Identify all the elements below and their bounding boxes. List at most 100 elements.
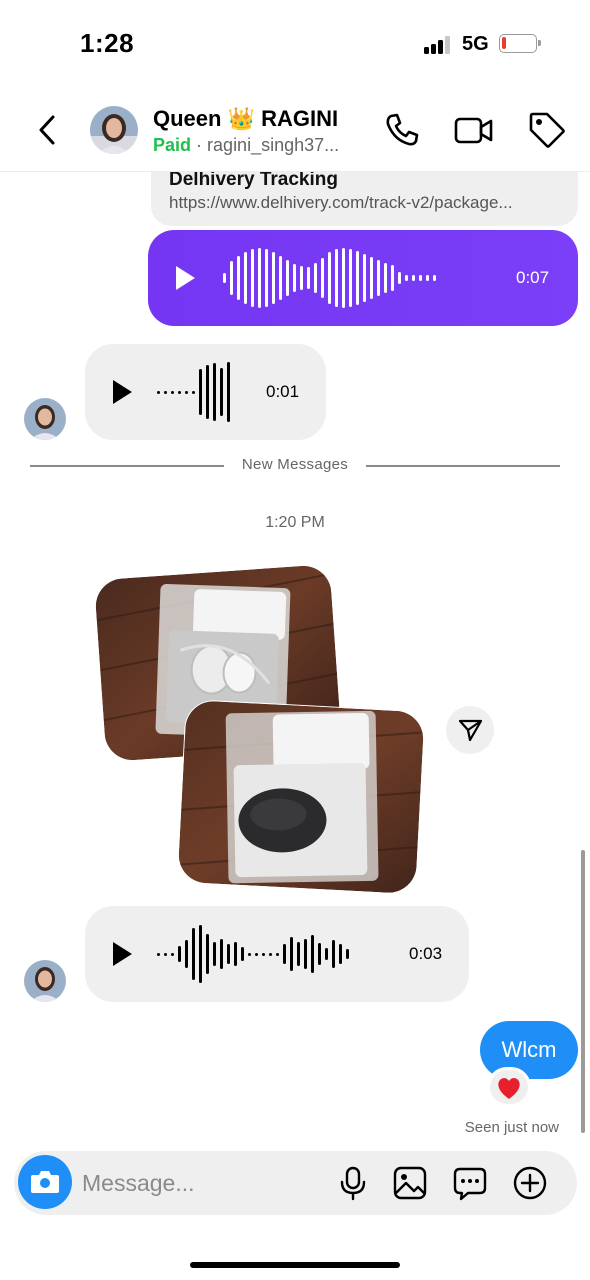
video-camera-icon [454,117,493,144]
waveform-bar [349,249,352,307]
voice-waveform [157,362,234,422]
waveform-bar [171,390,174,394]
video-call-button[interactable] [454,110,494,150]
waveform-bar [199,369,202,415]
waveform-bar [258,248,261,308]
send-icon [458,719,483,742]
waveform-bar [241,947,244,961]
battery-level [502,37,506,49]
voice-record-button[interactable] [335,1165,371,1201]
waveform-bar [223,273,226,283]
waveform-bar [363,254,366,302]
chevron-left-icon [39,115,55,145]
sticker-button[interactable] [452,1165,488,1201]
voice-waveform [223,248,440,308]
network-type: 5G [462,33,489,55]
waveform-bar [171,952,174,956]
photo-image [177,699,425,895]
waveform-bar [206,365,209,419]
gallery-button[interactable] [392,1165,428,1201]
waveform-bar [276,952,279,956]
sticker-icon [453,1167,487,1201]
battery-icon [499,34,541,53]
avatar-image [24,398,66,440]
waveform-bar [164,390,167,394]
back-button[interactable] [30,110,66,150]
image-icon [393,1166,427,1200]
waveform-bar [279,256,282,300]
waveform-bar [339,944,342,964]
call-button[interactable] [382,110,422,150]
incoming-voice-message[interactable]: 0:01 [85,344,326,440]
waveform-bar [356,251,359,305]
waveform-bar [192,390,195,394]
link-url[interactable]: https://www.delhivery.com/track-v2/packa… [169,193,564,213]
waveform-bar [185,390,188,394]
phone-icon [386,113,419,146]
message-timestamp: 1:20 PM [265,514,325,531]
play-icon[interactable] [111,379,133,405]
waveform-bar [321,258,324,298]
waveform-bar [419,275,422,281]
contact-username: ragini_singh37... [207,135,340,155]
plus-circle-icon [513,1166,547,1200]
voice-duration: 0:01 [266,382,300,401]
cellular-signal-icon [424,36,454,54]
subtitle-separator: · [196,135,203,155]
sender-avatar[interactable] [24,398,66,440]
waveform-bar [384,263,387,293]
waveform-bar [237,256,240,300]
heart-icon [498,1077,520,1099]
waveform-bar [283,944,286,964]
scrollbar[interactable] [581,850,585,1133]
status-bar: 1:28 5G [0,0,590,90]
waveform-bar [318,943,321,965]
contact-subtitle[interactable]: Paid · ragini_singh37... [153,135,339,156]
tag-icon [529,112,565,148]
camera-button[interactable] [18,1155,72,1209]
waveform-bar [255,952,258,956]
waveform-bar [300,266,303,290]
voice-waveform [157,924,353,984]
outgoing-voice-message[interactable]: 0:07 [148,230,578,326]
incoming-voice-message[interactable]: 0:03 [85,906,469,1002]
waveform-bar [262,952,265,956]
paid-badge: Paid [153,135,192,155]
waveform-bar [328,252,331,304]
waveform-bar [265,249,268,307]
photo-airpods-black[interactable] [177,699,425,895]
waveform-bar [251,249,254,307]
seen-status: Seen just now [464,1119,559,1136]
home-indicator[interactable] [190,1262,400,1268]
waveform-bar [391,265,394,291]
waveform-bar [269,952,272,956]
waveform-bar [157,390,160,394]
waveform-bar [220,939,223,969]
share-button[interactable] [446,706,494,754]
play-icon[interactable] [111,941,133,967]
message-input[interactable] [82,1163,322,1203]
waveform-bar [248,952,251,956]
sender-avatar[interactable] [24,960,66,1002]
waveform-bar [297,942,300,966]
reaction-badge[interactable] [487,1067,531,1107]
waveform-bar [178,946,181,962]
waveform-bar [412,275,415,281]
link-title: Delhivery Tracking [169,169,338,190]
message-composer [14,1151,577,1215]
waveform-bar [426,275,429,281]
more-options-button[interactable] [512,1165,548,1201]
play-icon[interactable] [174,265,196,291]
waveform-bar [272,252,275,304]
tag-button[interactable] [527,110,567,150]
waveform-bar [370,257,373,299]
waveform-bar [213,363,216,421]
waveform-bar [157,952,160,956]
waveform-bar [286,260,289,296]
contact-name[interactable]: Queen 👑 RAGINI [153,106,338,132]
waveform-bar [185,940,188,968]
waveform-bar [335,249,338,307]
contact-avatar[interactable] [90,106,138,154]
waveform-bar [293,264,296,292]
voice-duration: 0:03 [409,944,443,963]
